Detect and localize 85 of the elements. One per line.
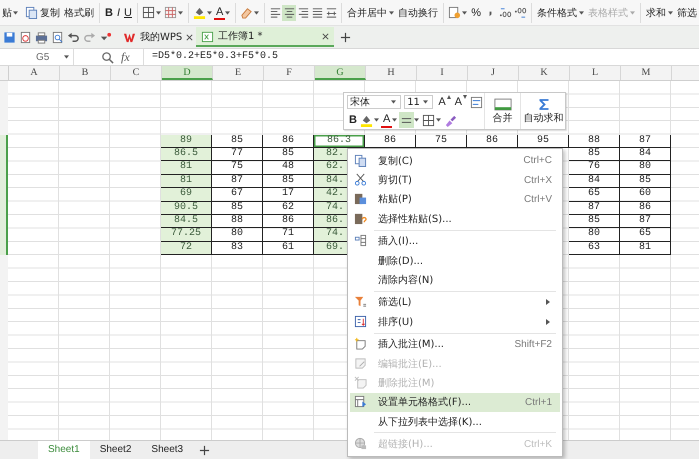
table-cell: 89 — [161, 134, 212, 148]
sheet-tab[interactable]: Sheet1 — [38, 441, 90, 459]
percent-button[interactable]: % — [469, 4, 484, 22]
table-cell: 77 — [212, 148, 263, 162]
table-cell: 88 — [569, 134, 620, 148]
column-header[interactable]: J — [468, 66, 519, 80]
table-cell: 69 — [161, 188, 212, 202]
grow-font-button[interactable]: A — [436, 93, 453, 111]
filter-button[interactable]: 筛选 — [675, 4, 699, 22]
document-tab[interactable]: 我的WPS — [118, 27, 192, 47]
table-cell: 84 — [620, 148, 671, 162]
menu-item[interactable]: 筛选(L) — [350, 292, 560, 312]
column-header[interactable]: K — [519, 66, 570, 80]
table-cell: 85 — [620, 174, 671, 188]
wrap-text-button[interactable]: 自动换行 — [396, 4, 440, 22]
sheet-tab[interactable]: Sheet2 — [90, 441, 142, 459]
table-cell: 81 — [161, 161, 212, 175]
format-painter-button[interactable]: 格式刷 — [62, 4, 96, 22]
merge-center-button[interactable]: 合并居中 — [345, 4, 390, 22]
table-cell: 80 — [569, 228, 620, 242]
column-header[interactable]: L — [570, 66, 621, 80]
menu-item[interactable]: 设置单元格格式(F)... Ctrl+1 — [350, 392, 560, 412]
table-cell: 86.3 — [314, 134, 365, 148]
table-cell: 87 — [620, 134, 671, 148]
table-cell: 86.5 — [161, 148, 212, 162]
table-cell: 81 — [161, 174, 212, 188]
table-cell: 67 — [212, 188, 263, 202]
table-cell: 88 — [212, 214, 263, 228]
table-cell: 77.25 — [161, 228, 212, 242]
paste-button[interactable]: 贴 — [0, 4, 22, 22]
table-cell: 85 — [569, 214, 620, 228]
table-cell: 76 — [569, 161, 620, 175]
italic-button[interactable]: I — [114, 4, 122, 22]
sheet-tab[interactable]: Sheet3 — [141, 441, 194, 459]
underline-button[interactable]: U — [122, 4, 134, 22]
menu-item[interactable]: 排序(U) — [350, 312, 560, 332]
autosum-button[interactable]: 自动求和 — [522, 110, 564, 124]
table-cell: 85 — [569, 148, 620, 162]
menu-item[interactable]: 清除内容(N) — [350, 270, 560, 290]
table-cell: 85 — [212, 202, 263, 215]
table-cell: 86 — [620, 202, 671, 215]
column-header[interactable]: A — [9, 66, 60, 80]
table-cell: 84 — [569, 174, 620, 188]
table-cell: 72 — [161, 242, 212, 256]
function-button[interactable]: fx — [121, 50, 143, 64]
sum-button[interactable]: 求和 — [644, 4, 668, 22]
shrink-font-button[interactable]: A — [452, 93, 469, 111]
font-color-button[interactable]: A — [214, 5, 226, 20]
table-cell: 87 — [620, 214, 671, 228]
table-cell: 81 — [620, 242, 671, 256]
table-cell: 83 — [212, 242, 263, 256]
menu-item[interactable]: 从下拉列表中选择(K)... — [350, 412, 560, 432]
table-cell: 65 — [620, 228, 671, 242]
font-color-button[interactable]: A — [380, 112, 392, 128]
table-cell: 80 — [212, 228, 263, 242]
conditional-format-button[interactable]: 条件格式 — [535, 4, 580, 22]
menu-item[interactable]: 插入批注(M)... Shift+F2 — [350, 334, 560, 354]
name-box[interactable]: G5 — [0, 49, 74, 65]
document-tab[interactable]: 工作簿1 * — [196, 27, 334, 47]
bold-button[interactable]: B — [347, 111, 359, 129]
table-cell: 87 — [569, 202, 620, 215]
table-cell: 65 — [569, 188, 620, 202]
table-cell: 60 — [620, 188, 671, 202]
copy-button[interactable]: 复制 — [22, 4, 62, 22]
tab-label: 工作簿1 * — [218, 30, 264, 43]
bold-button[interactable]: B — [103, 4, 115, 22]
merge-button[interactable]: 合并 — [492, 110, 514, 124]
table-cell: 84.5 — [161, 214, 212, 228]
column-header[interactable]: H — [366, 66, 417, 80]
column-header[interactable]: D — [162, 66, 213, 80]
table-cell: 87 — [212, 174, 263, 188]
font-name-field[interactable]: 宋体 — [347, 95, 402, 109]
column-header[interactable]: E — [213, 66, 264, 80]
tab-label: 我的WPS — [140, 30, 182, 44]
formula-field[interactable]: =D5*0.2+E5*0.3+F5*0.5 — [143, 49, 699, 65]
table-cell: 85 — [212, 134, 263, 148]
font-size-field[interactable]: 11 — [404, 95, 434, 109]
column-header[interactable]: M — [621, 66, 672, 80]
table-cell: 75 — [212, 161, 263, 175]
column-header[interactable]: I — [417, 66, 468, 80]
column-header[interactable]: B — [60, 66, 111, 80]
table-cell: 80 — [620, 161, 671, 175]
table-cell: 63 — [569, 242, 620, 256]
column-header[interactable]: G — [315, 66, 366, 80]
table-cell: 90.5 — [161, 202, 212, 215]
